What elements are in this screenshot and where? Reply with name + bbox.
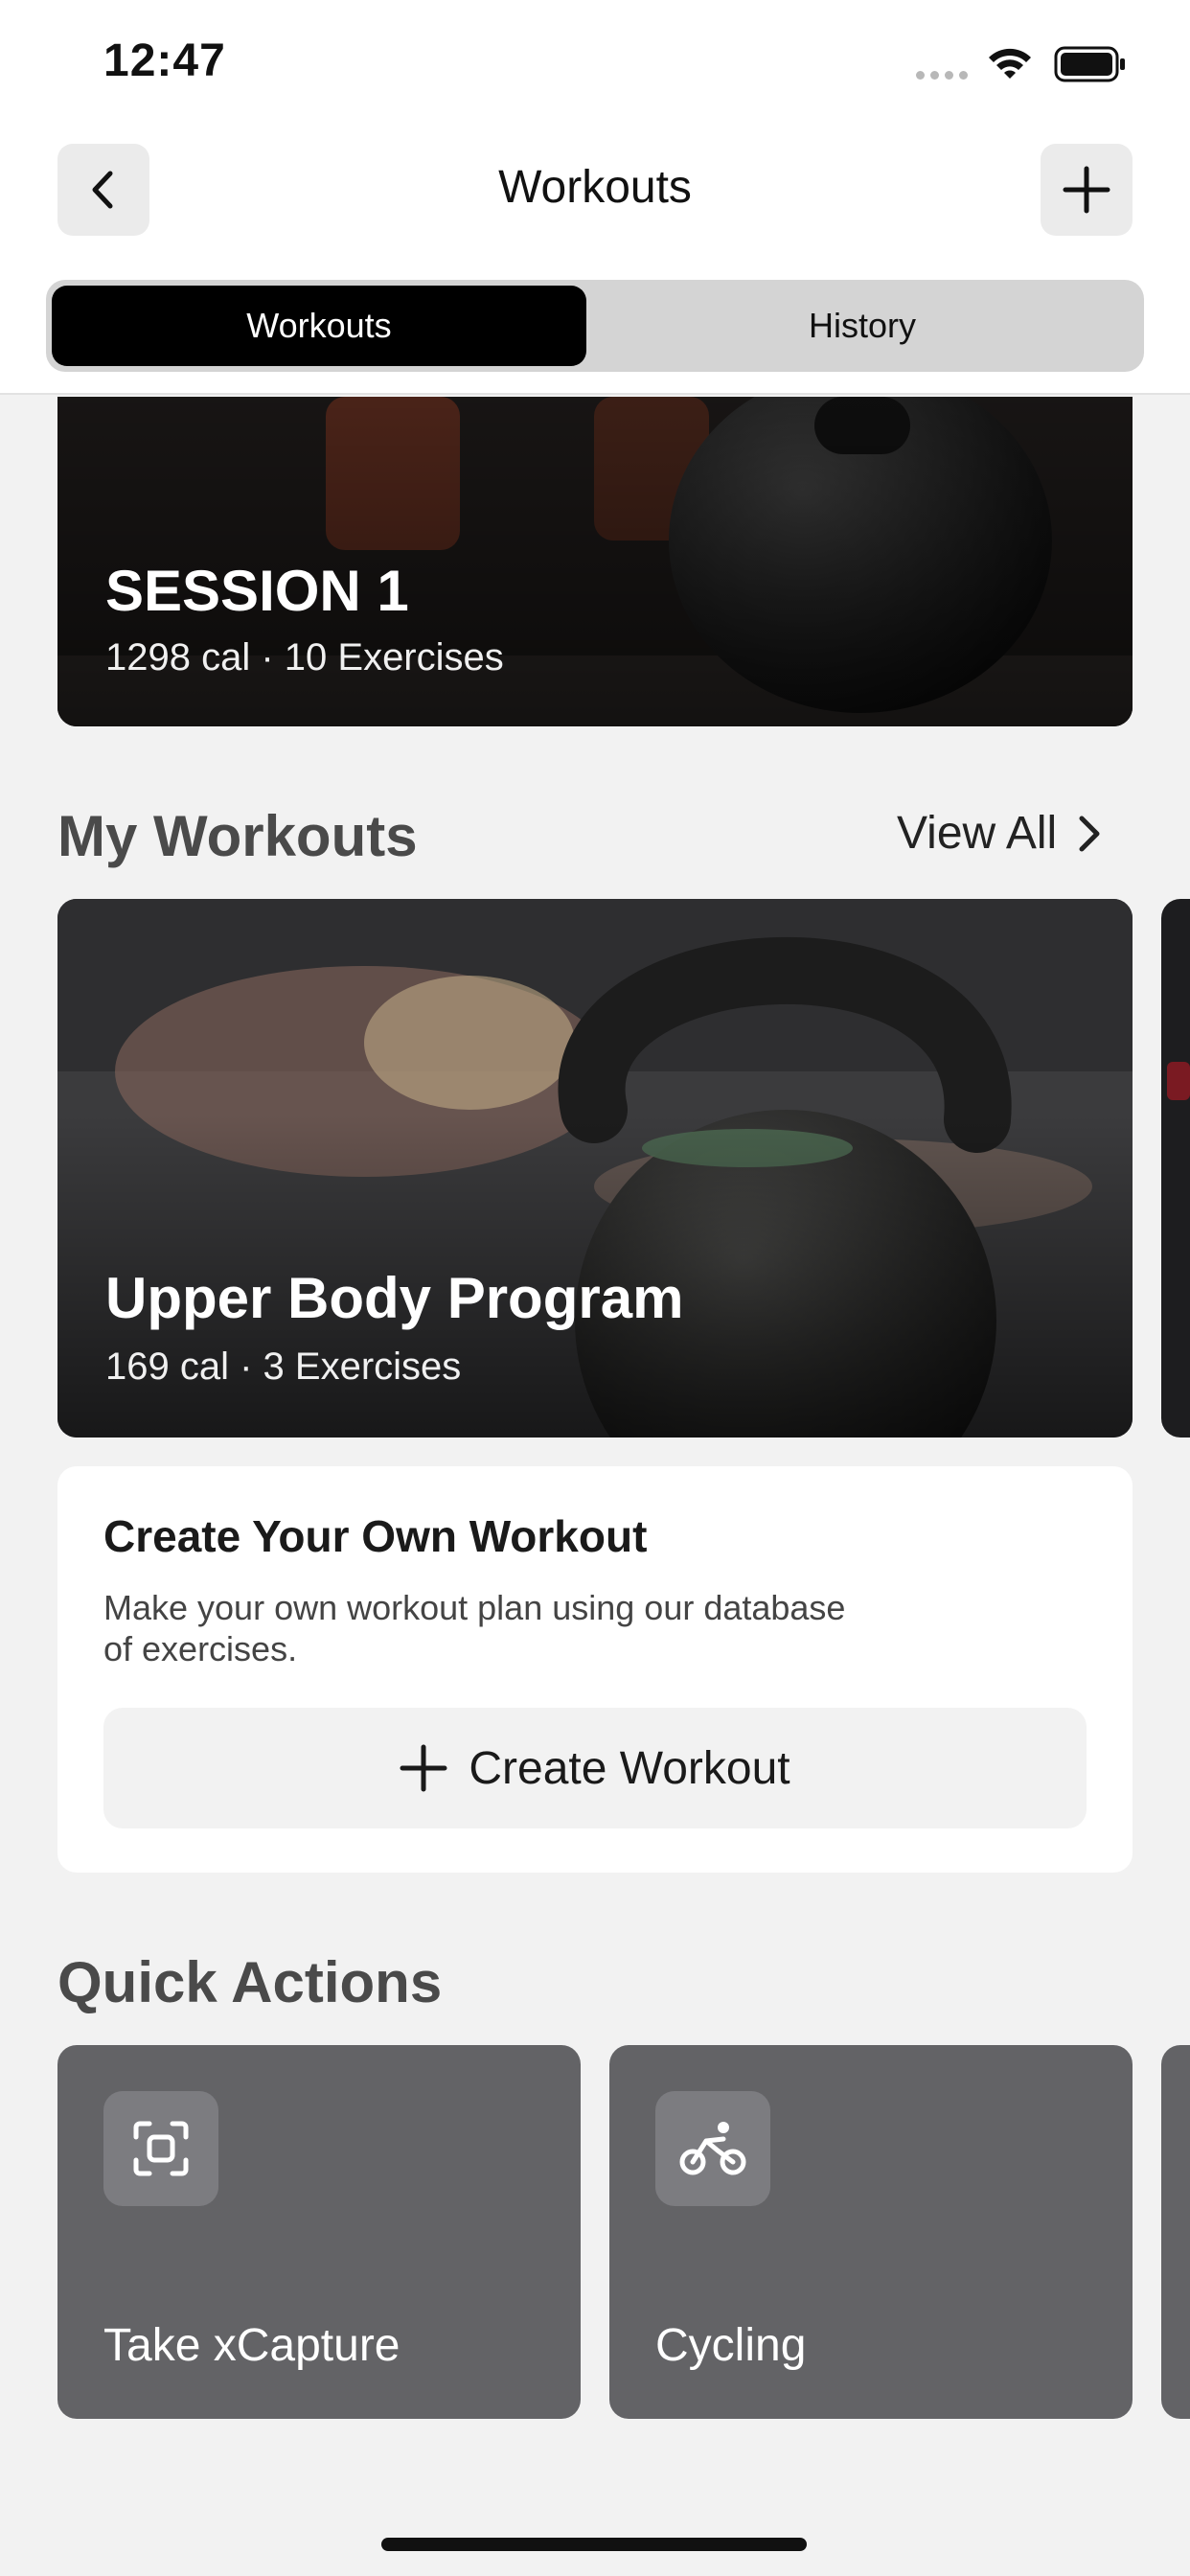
create-workout-button-label: Create Workout <box>469 1742 790 1794</box>
status-time: 12:47 <box>103 35 226 86</box>
chevron-right-icon <box>1079 816 1100 851</box>
create-workout-description: Make your own workout plan using our dat… <box>103 1587 966 1669</box>
add-workout-button[interactable] <box>1041 144 1133 236</box>
view-all-label: View All <box>897 808 1058 859</box>
create-workout-card: Create Your Own Workout Make your own wo… <box>57 1466 1133 1873</box>
wifi-icon <box>989 48 1031 79</box>
home-indicator[interactable] <box>381 2538 807 2551</box>
workout-card-title: Upper Body Program <box>105 1266 684 1330</box>
page-title: Workouts <box>498 162 692 213</box>
segmented-control: Workouts History <box>46 280 1144 372</box>
workout-card-subtitle: 169 cal · 3 Exercises <box>105 1346 462 1388</box>
create-workout-title: Create Your Own Workout <box>103 1511 648 1561</box>
quick-action-take-xcapture[interactable]: Take xCapture <box>57 2045 581 2419</box>
scan-icon <box>103 2091 218 2206</box>
workout-card[interactable]: Upper Body Program 169 cal · 3 Exercises <box>57 899 1133 1438</box>
quick-action-label: Take xCapture <box>103 2320 400 2371</box>
my-workouts-heading: My Workouts <box>57 804 418 868</box>
featured-title: SESSION 1 <box>105 559 409 623</box>
tab-history[interactable]: History <box>586 286 1138 366</box>
cellular-signal-icon <box>916 71 968 80</box>
quick-actions-heading: Quick Actions <box>57 1950 443 2014</box>
quick-action-cycling[interactable]: Cycling <box>609 2045 1133 2419</box>
next-workout-card-peek[interactable] <box>1161 899 1190 1438</box>
quick-action-label: Cycling <box>655 2320 807 2371</box>
peek-accent <box>1167 1062 1190 1100</box>
top-header: 12:47 Workouts Workouts History <box>0 0 1190 395</box>
create-workout-description-line-2: of exercises. <box>103 1629 298 1668</box>
create-workout-description-line-1: Make your own workout plan using our dat… <box>103 1588 846 1627</box>
tab-workouts[interactable]: Workouts <box>52 286 586 366</box>
bicycle-icon <box>655 2091 770 2206</box>
plus-icon <box>400 1744 447 1792</box>
quick-action-peek[interactable] <box>1161 2045 1190 2419</box>
featured-subtitle: 1298 cal · 10 Exercises <box>105 636 504 678</box>
battery-icon <box>1054 46 1125 82</box>
plus-icon <box>1063 166 1110 214</box>
featured-workout-card[interactable]: SESSION 1 1298 cal · 10 Exercises <box>57 397 1133 726</box>
view-all-link[interactable]: View All <box>897 807 1103 860</box>
create-workout-button[interactable]: Create Workout <box>103 1708 1087 1828</box>
